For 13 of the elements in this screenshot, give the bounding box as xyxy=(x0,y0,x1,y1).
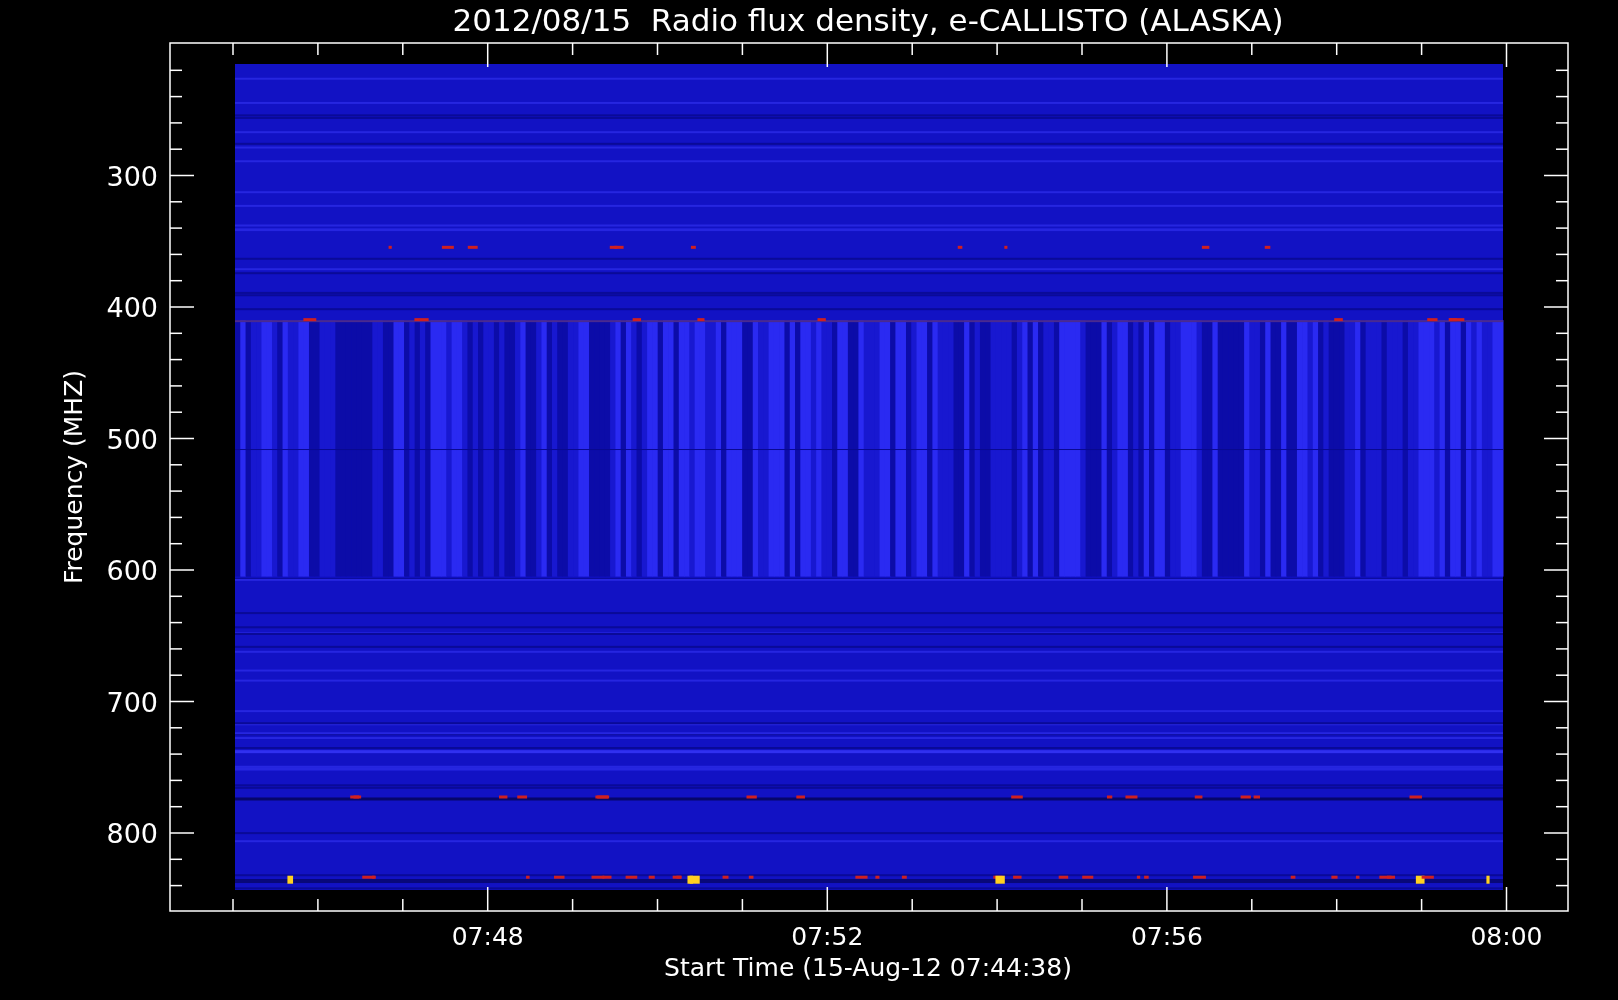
x-axis-title: Start Time (15-Aug-12 07:44:38) xyxy=(664,953,1072,982)
y-tick-label: 300 xyxy=(106,160,158,192)
chart-title: 2012/08/15 Radio flux density, e-CALLISTO (ALASKA) xyxy=(452,2,1284,38)
y-tick-label: 400 xyxy=(106,292,158,323)
x-tick-label: 07:52 xyxy=(791,922,864,951)
x-tick-label: 07:48 xyxy=(451,922,524,951)
y-tick-label: 700 xyxy=(106,686,158,718)
y-tick-label: 800 xyxy=(106,818,158,849)
x-tick-label: 07:56 xyxy=(1130,922,1203,951)
x-tick-label: 08:00 xyxy=(1470,922,1543,951)
y-tick-label: 600 xyxy=(106,555,158,586)
y-tick-label: 500 xyxy=(106,423,158,455)
y-axis-title: Frequency (MHZ) xyxy=(59,369,88,585)
